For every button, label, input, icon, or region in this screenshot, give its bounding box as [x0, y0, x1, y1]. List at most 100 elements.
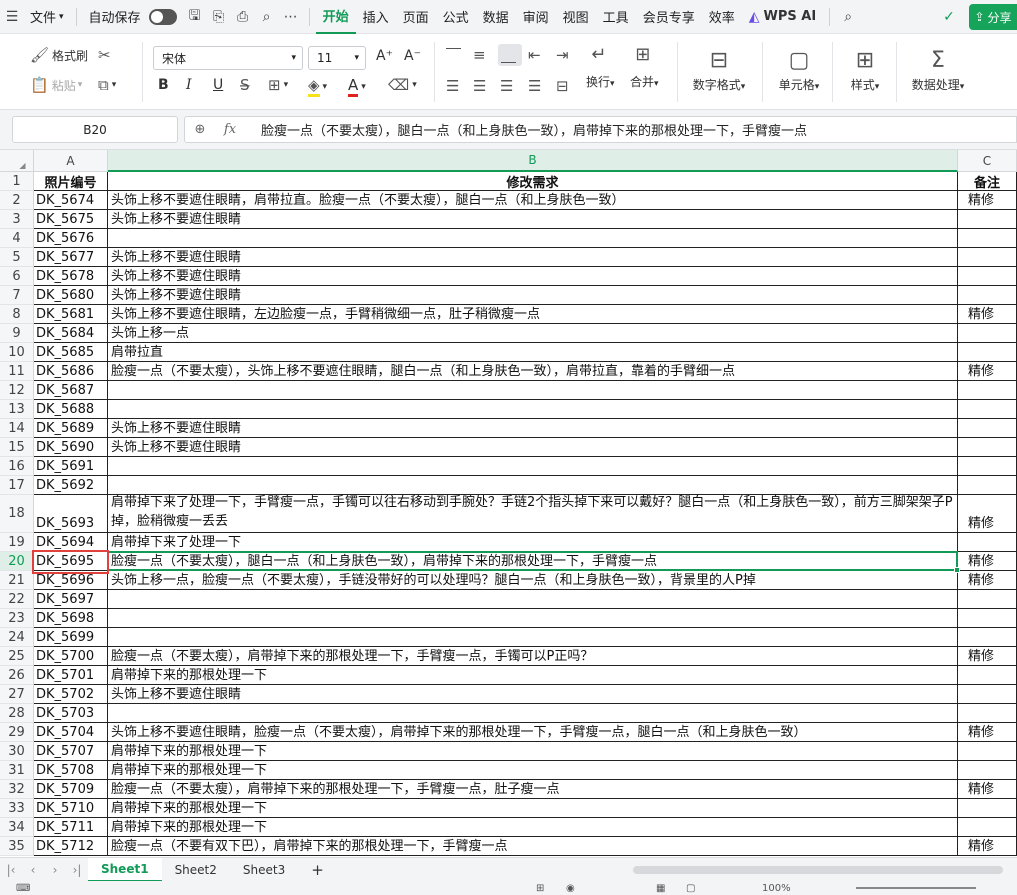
- table-cell-photo-id[interactable]: DK_5700: [34, 647, 108, 666]
- decrease-font-icon[interactable]: A⁻: [404, 48, 421, 64]
- table-cell-requirement[interactable]: 肩带掉下来了处理一下，手臂瘦一点，手镯可以往右移动到手腕处？手链2个指头掉下来可…: [108, 495, 958, 533]
- row-header[interactable]: 13: [0, 400, 34, 419]
- table-cell-photo-id[interactable]: DK_5676: [34, 229, 108, 248]
- table-cell-requirement[interactable]: 头饰上移不要遮住眼睛，左边脸瘦一点，手臂稍微细一点，肚子稍微瘦一点: [108, 305, 958, 324]
- tab-view[interactable]: 视图: [556, 0, 596, 34]
- table-cell-note[interactable]: 精修: [958, 552, 1017, 571]
- table-cell-requirement[interactable]: 头饰上移不要遮住眼睛: [108, 248, 958, 267]
- autosave-toggle[interactable]: [148, 8, 177, 25]
- table-cell-note[interactable]: 精修: [958, 191, 1017, 210]
- zoom-slider[interactable]: [856, 887, 976, 889]
- table-cell-photo-id[interactable]: DK_5680: [34, 286, 108, 305]
- table-cell-note[interactable]: [958, 476, 1017, 495]
- table-cell-note[interactable]: [958, 400, 1017, 419]
- table-cell-photo-id[interactable]: DK_5689: [34, 419, 108, 438]
- table-cell-photo-id[interactable]: DK_5678: [34, 267, 108, 286]
- increase-font-icon[interactable]: A⁺: [376, 48, 393, 64]
- view-layout-icon[interactable]: ▢: [686, 883, 695, 894]
- align-bottom-icon[interactable]: ⎽: [498, 44, 523, 66]
- table-cell-requirement[interactable]: 肩带拉直: [108, 343, 958, 362]
- row-header[interactable]: 34: [0, 818, 34, 837]
- prev-sheet-icon[interactable]: ‹: [22, 863, 44, 877]
- table-cell-note[interactable]: 精修: [958, 305, 1017, 324]
- table-cell-requirement[interactable]: 头饰上移不要遮住眼睛: [108, 438, 958, 457]
- tab-review[interactable]: 审阅: [516, 0, 556, 34]
- save-icon[interactable]: 🖫: [183, 0, 207, 34]
- table-cell-note[interactable]: 精修: [958, 837, 1017, 856]
- table-cell-requirement[interactable]: 头饰上移不要遮住眼睛: [108, 286, 958, 305]
- table-cell-requirement[interactable]: 脸瘦一点（不要太瘦），腿白一点（和上身肤色一致），肩带掉下来的那根处理一下，手臂…: [108, 552, 958, 571]
- row-header[interactable]: 10: [0, 343, 34, 362]
- table-cell-note[interactable]: 精修: [958, 571, 1017, 590]
- table-cell-note[interactable]: [958, 267, 1017, 286]
- table-cell-photo-id[interactable]: DK_5711: [34, 818, 108, 837]
- copy-icon[interactable]: ⧉ ▾: [98, 76, 116, 94]
- row-header[interactable]: 30: [0, 742, 34, 761]
- header-cell-requirement[interactable]: 修改需求: [108, 172, 958, 191]
- row-header[interactable]: 35: [0, 837, 34, 856]
- row-header[interactable]: 33: [0, 799, 34, 818]
- table-cell-note[interactable]: 精修: [958, 723, 1017, 742]
- table-cell-requirement[interactable]: [108, 590, 958, 609]
- row-header[interactable]: 23: [0, 609, 34, 628]
- export-pdf-icon[interactable]: ⎘: [207, 0, 231, 34]
- last-sheet-icon[interactable]: ›|: [66, 863, 88, 877]
- justify-icon[interactable]: ☰: [528, 77, 544, 95]
- table-cell-note[interactable]: [958, 286, 1017, 305]
- table-cell-photo-id[interactable]: DK_5694: [34, 533, 108, 552]
- table-cell-photo-id[interactable]: DK_5696: [34, 571, 108, 590]
- table-cell-photo-id[interactable]: DK_5693: [34, 495, 108, 533]
- table-cell-photo-id[interactable]: DK_5708: [34, 761, 108, 780]
- table-cell-requirement[interactable]: 头饰上移不要遮住眼睛: [108, 267, 958, 286]
- table-cell-requirement[interactable]: 头饰上移一点，脸瘦一点（不要太瘦），手链没带好的可以处理吗？腿白一点（和上身肤色…: [108, 571, 958, 590]
- table-cell-note[interactable]: [958, 229, 1017, 248]
- bold-button[interactable]: B: [158, 77, 169, 93]
- table-cell-note[interactable]: [958, 799, 1017, 818]
- table-cell-photo-id[interactable]: DK_5688: [34, 400, 108, 419]
- table-cell-requirement[interactable]: 脸瘦一点（不要有双下巴），肩带掉下来的那根处理一下，手臂瘦一点: [108, 837, 958, 856]
- header-cell-note[interactable]: 备注: [958, 172, 1017, 191]
- tab-efficiency[interactable]: 效率: [702, 0, 742, 34]
- table-cell-photo-id[interactable]: DK_5686: [34, 362, 108, 381]
- table-cell-note[interactable]: [958, 818, 1017, 837]
- tab-page[interactable]: 页面: [396, 0, 436, 34]
- table-cell-photo-id[interactable]: DK_5674: [34, 191, 108, 210]
- row-header[interactable]: 3: [0, 210, 34, 229]
- table-cell-photo-id[interactable]: DK_5710: [34, 799, 108, 818]
- wrap-text-button[interactable]: ↵ 换行▾: [586, 44, 615, 90]
- table-cell-photo-id[interactable]: DK_5703: [34, 704, 108, 723]
- table-cell-note[interactable]: [958, 666, 1017, 685]
- table-cell-note[interactable]: [958, 324, 1017, 343]
- table-cell-note[interactable]: 精修: [958, 362, 1017, 381]
- tab-tools[interactable]: 工具: [596, 0, 636, 34]
- increase-indent-icon[interactable]: ⇥: [556, 46, 572, 64]
- column-header-a[interactable]: A: [34, 150, 108, 172]
- fill-color-button[interactable]: ◈ ▾: [308, 76, 327, 97]
- row-header[interactable]: 11: [0, 362, 34, 381]
- table-cell-note[interactable]: [958, 457, 1017, 476]
- zoom-formula-icon[interactable]: ⊕: [185, 122, 215, 137]
- table-cell-requirement[interactable]: [108, 457, 958, 476]
- wps-ai-button[interactable]: ◭ WPS AI: [742, 0, 823, 34]
- font-name-select[interactable]: 宋体 ▾: [153, 46, 303, 70]
- tab-member[interactable]: 会员专享: [636, 0, 702, 34]
- table-cell-requirement[interactable]: [108, 229, 958, 248]
- row-header[interactable]: 24: [0, 628, 34, 647]
- row-header[interactable]: 29: [0, 723, 34, 742]
- cell-button[interactable]: ▢ 单元格▾: [764, 44, 834, 104]
- align-middle-icon[interactable]: ≡: [473, 46, 489, 64]
- align-top-icon[interactable]: ⎺: [446, 46, 464, 64]
- row-header[interactable]: 31: [0, 761, 34, 780]
- table-cell-note[interactable]: [958, 533, 1017, 552]
- more-icon[interactable]: ⋯: [279, 0, 303, 34]
- sheet-tab-2[interactable]: Sheet2: [162, 858, 230, 882]
- table-cell-note[interactable]: [958, 343, 1017, 362]
- table-cell-requirement[interactable]: [108, 400, 958, 419]
- table-cell-photo-id[interactable]: DK_5699: [34, 628, 108, 647]
- name-box[interactable]: B20: [12, 116, 178, 143]
- distributed-align-icon[interactable]: ⊟: [556, 77, 572, 95]
- table-cell-photo-id[interactable]: DK_5687: [34, 381, 108, 400]
- table-cell-requirement[interactable]: [108, 704, 958, 723]
- table-cell-requirement[interactable]: 肩带掉下来的那根处理一下: [108, 818, 958, 837]
- table-cell-photo-id[interactable]: DK_5697: [34, 590, 108, 609]
